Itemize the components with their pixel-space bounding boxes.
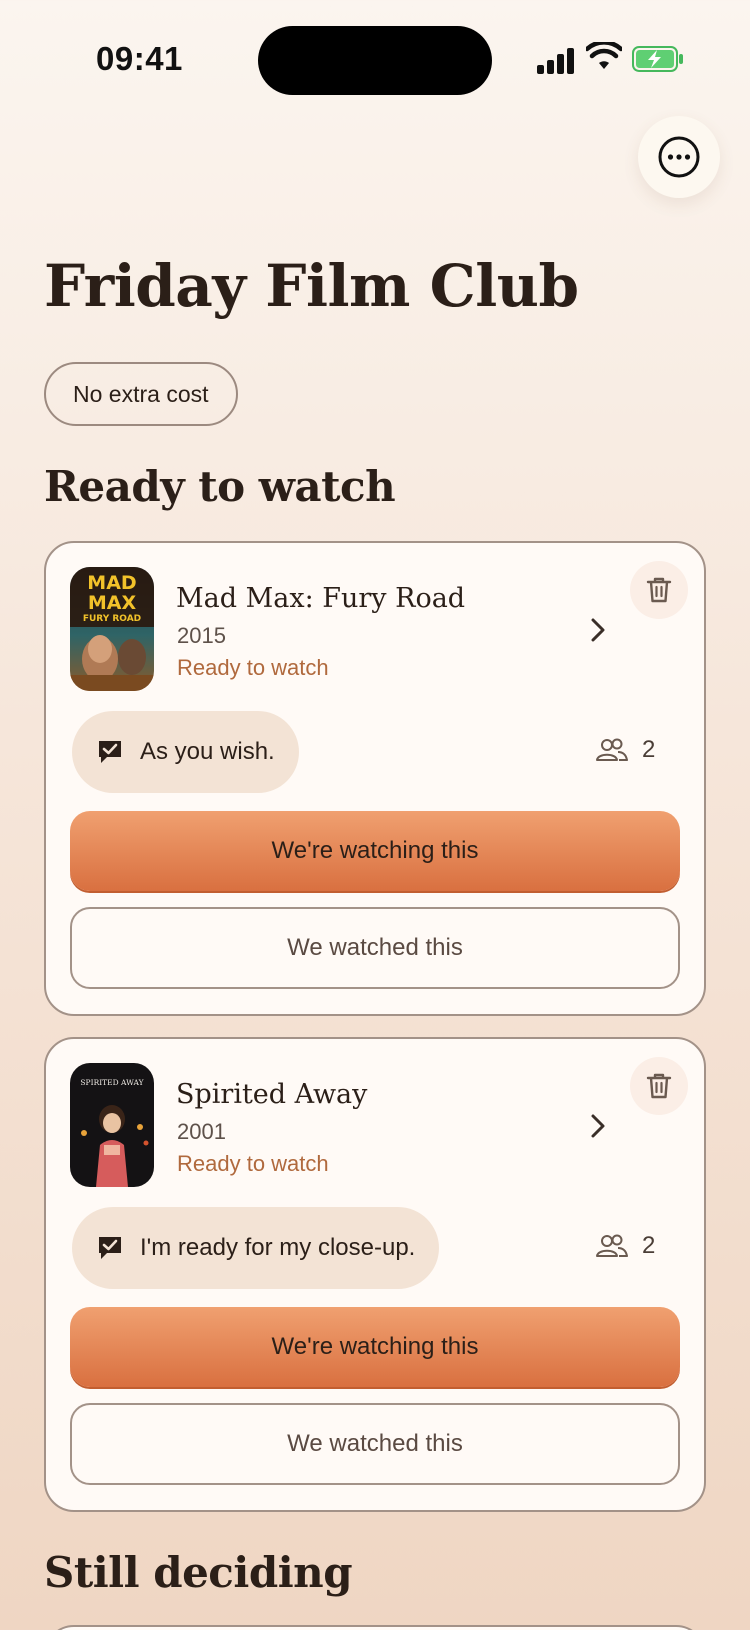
- poster-title-line1: MAD: [87, 572, 136, 594]
- quote-vote-pill[interactable]: As you wish.: [72, 711, 299, 793]
- more-options-button[interactable]: [638, 116, 720, 198]
- watched-this-button[interactable]: We watched this: [70, 1403, 680, 1485]
- movie-card[interactable]: SPIRITED AWAY Spirited Away 2001 Ready t…: [44, 1037, 706, 1512]
- member-count: 2: [596, 1232, 655, 1260]
- watched-this-button[interactable]: We watched this: [70, 907, 680, 989]
- delete-button[interactable]: [630, 561, 688, 619]
- member-count-value: 2: [642, 1232, 656, 1259]
- section-title-ready: Ready to watch: [44, 462, 396, 511]
- movie-status: Ready to watch: [177, 1151, 329, 1176]
- page-title: Friday Film Club: [44, 252, 579, 320]
- movie-card[interactable]: MAD MAX FURY ROAD Mad Max: Fury Road 201…: [44, 541, 706, 1016]
- watching-this-button[interactable]: We're watching this: [70, 1307, 680, 1387]
- battery-charging-icon: [632, 46, 683, 72]
- people-icon: [596, 738, 628, 761]
- cost-badge: No extra cost: [44, 362, 238, 426]
- dynamic-island: [258, 26, 492, 95]
- movie-title: Spirited Away: [176, 1079, 368, 1110]
- trash-icon: [646, 1073, 672, 1099]
- chevron-right-icon[interactable]: [588, 617, 608, 643]
- cellular-signal-icon: [537, 46, 575, 74]
- wifi-icon: [586, 42, 622, 69]
- movie-card-partial[interactable]: [44, 1625, 706, 1630]
- poster-title-line2: MAX: [88, 592, 137, 614]
- delete-button[interactable]: [630, 1057, 688, 1115]
- member-count-value: 2: [642, 736, 656, 763]
- movie-year: 2001: [177, 1119, 226, 1144]
- quote-text: As you wish.: [140, 738, 275, 765]
- trash-icon: [646, 577, 672, 603]
- poster-title-line3: FURY ROAD: [83, 614, 141, 624]
- chevron-right-icon[interactable]: [588, 1113, 608, 1139]
- more-options-icon: [658, 136, 700, 178]
- section-title-deciding: Still deciding: [44, 1548, 353, 1597]
- watching-this-button[interactable]: We're watching this: [70, 811, 680, 891]
- checked-message-icon: [99, 1237, 121, 1259]
- status-bar: 09:41: [0, 0, 750, 120]
- movie-year: 2015: [177, 623, 226, 648]
- poster-title-line1: SPIRITED AWAY: [80, 1078, 144, 1087]
- movie-title: Mad Max: Fury Road: [176, 583, 466, 614]
- status-time: 09:41: [96, 40, 183, 77]
- quote-text: I'm ready for my close-up.: [140, 1234, 416, 1261]
- quote-vote-pill[interactable]: I'm ready for my close-up.: [72, 1207, 440, 1289]
- movie-poster: MAD MAX FURY ROAD: [70, 567, 154, 691]
- movie-status: Ready to watch: [177, 655, 329, 680]
- member-count: 2: [596, 736, 655, 764]
- checked-message-icon: [99, 741, 121, 763]
- people-icon: [596, 1234, 628, 1257]
- movie-poster: SPIRITED AWAY: [70, 1063, 154, 1187]
